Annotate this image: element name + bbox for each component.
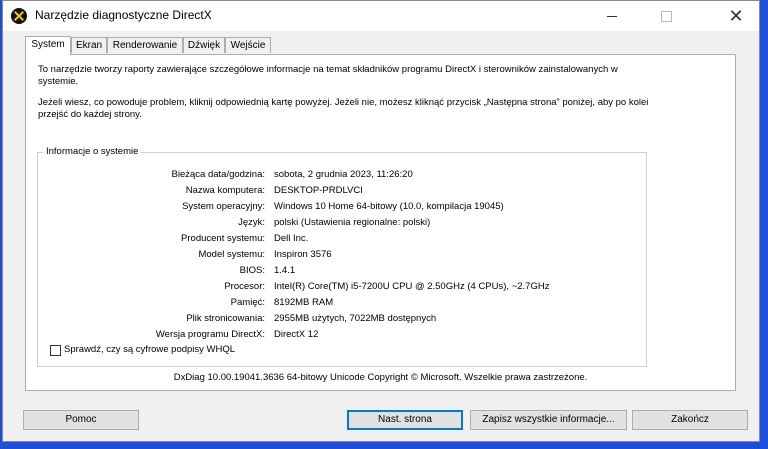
maximize-icon <box>661 11 672 22</box>
info-label: Model systemu: <box>198 249 265 260</box>
minimize-button[interactable] <box>589 1 635 31</box>
info-label: Bieżąca data/godzina: <box>171 169 265 180</box>
info-row-computer-name: Nazwa komputera: DESKTOP-PRDLVCI <box>38 185 646 200</box>
close-button[interactable]: ✕ <box>713 1 759 31</box>
info-label: Plik stronicowania: <box>186 313 265 324</box>
minimize-icon <box>607 16 617 17</box>
info-value: polski (Ustawienia regionalne: polski) <box>274 217 431 228</box>
group-title: Informacje o systemie <box>43 146 142 157</box>
title-bar[interactable]: Narzędzie diagnostyczne DirectX ✕ <box>3 1 759 31</box>
tab-renderowanie[interactable]: Renderowanie <box>107 37 183 53</box>
whql-checkbox[interactable] <box>50 345 61 356</box>
window-title: Narzędzie diagnostyczne DirectX <box>35 8 212 22</box>
info-row-bios: BIOS: 1.4.1 <box>38 265 646 280</box>
intro-paragraph: To narzędzie tworzy raporty zawierające … <box>38 64 618 87</box>
save-all-info-button[interactable]: Zapisz wszystkie informacje... <box>470 410 627 430</box>
directx-icon <box>11 8 27 24</box>
info-label: Procesor: <box>224 281 265 292</box>
system-tab-panel: To narzędzie tworzy raporty zawierające … <box>25 54 736 391</box>
info-value: Inspiron 3576 <box>274 249 332 260</box>
info-value: 1.4.1 <box>274 265 296 276</box>
info-row-memory: Pamięć: 8192MB RAM <box>38 297 646 312</box>
info-row-page-file: Plik stronicowania: 2955MB użytych, 7022… <box>38 313 646 328</box>
info-value: DirectX 12 <box>274 329 319 340</box>
info-label: Wersja programu DirectX: <box>155 329 265 340</box>
info-row-os: System operacyjny: Windows 10 Home 64-bi… <box>38 201 646 216</box>
tab-dzwiek[interactable]: Dźwięk <box>183 37 225 53</box>
whql-checkbox-label[interactable]: Sprawdź, czy są cyfrowe podpisy WHQL <box>64 344 235 355</box>
info-value: Windows 10 Home 64-bitowy (10.0, kompila… <box>274 201 504 212</box>
info-label: System operacyjny: <box>182 201 265 212</box>
dxdiag-window: Narzędzie diagnostyczne DirectX ✕ System… <box>2 0 760 442</box>
info-label: BIOS: <box>239 265 265 276</box>
tab-ekran[interactable]: Ekran <box>71 37 107 53</box>
info-row-language: Język: polski (Ustawienia regionalne: po… <box>38 217 646 232</box>
info-value: Dell Inc. <box>274 233 309 244</box>
info-label: Pamięć: <box>230 297 265 308</box>
info-label: Producent systemu: <box>181 233 265 244</box>
copyright-text: DxDiag 10.00.19041.3636 64-bitowy Unicod… <box>173 372 588 383</box>
maximize-button[interactable] <box>643 1 689 31</box>
info-row-directx-version: Wersja programu DirectX: DirectX 12 <box>38 329 646 344</box>
close-icon: ✕ <box>728 6 744 26</box>
info-value: 8192MB RAM <box>274 297 334 308</box>
info-value: sobota, 2 grudnia 2023, 11:26:20 <box>274 169 413 180</box>
exit-button[interactable]: Zakończ <box>632 410 748 430</box>
info-row-model: Model systemu: Inspiron 3576 <box>38 249 646 264</box>
info-label: Język: <box>238 217 265 228</box>
info-value: DESKTOP-PRDLVCI <box>274 185 363 196</box>
info-row-processor: Procesor: Intel(R) Core(TM) i5-7200U CPU… <box>38 281 646 296</box>
info-value: Intel(R) Core(TM) i5-7200U CPU @ 2.50GHz… <box>274 281 550 292</box>
help-button[interactable]: Pomoc <box>23 410 139 430</box>
next-page-button[interactable]: Nast. strona <box>347 410 463 430</box>
info-label: Nazwa komputera: <box>185 185 265 196</box>
info-value: 2955MB użytych, 7022MB dostępnych <box>274 313 437 324</box>
tab-wejscie[interactable]: Wejście <box>225 37 271 53</box>
info-row-datetime: Bieżąca data/godzina: sobota, 2 grudnia … <box>38 169 646 184</box>
instructions-paragraph: Jeżeli wiesz, co powoduje problem, klikn… <box>38 97 649 120</box>
system-info-group: Informacje o systemie Bieżąca data/godzi… <box>37 146 647 367</box>
info-row-manufacturer: Producent systemu: Dell Inc. <box>38 233 646 248</box>
tab-system[interactable]: System <box>25 36 71 55</box>
